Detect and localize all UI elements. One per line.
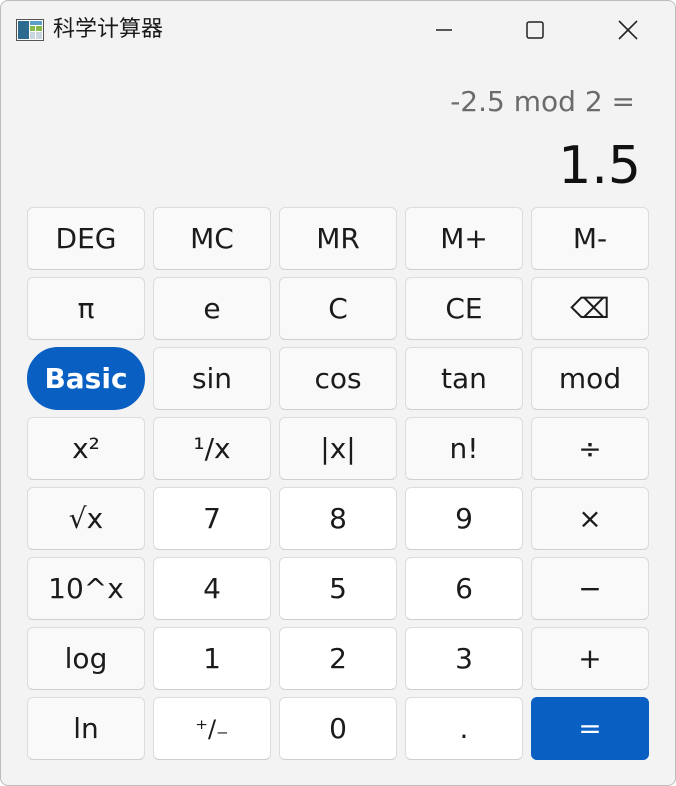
- cos-button[interactable]: cos: [279, 347, 397, 410]
- digit-5-button[interactable]: 5: [279, 557, 397, 620]
- digit-3-button[interactable]: 3: [405, 627, 523, 690]
- add-button[interactable]: +: [531, 627, 649, 690]
- digit-0-button[interactable]: 0: [279, 697, 397, 760]
- decimal-point-button[interactable]: .: [405, 697, 523, 760]
- natural-log-button[interactable]: ln: [27, 697, 145, 760]
- square-button[interactable]: x²: [27, 417, 145, 480]
- log-button[interactable]: log: [27, 627, 145, 690]
- divide-button[interactable]: ÷: [531, 417, 649, 480]
- minimize-icon: [436, 29, 452, 31]
- close-icon: [618, 20, 638, 40]
- maximize-icon: [526, 21, 544, 39]
- calculator-window: 科学计算器 -2.5 mod 2 = 1.5 DEG MC MR M+ M- π: [0, 0, 676, 786]
- sin-button[interactable]: sin: [153, 347, 271, 410]
- digit-2-button[interactable]: 2: [279, 627, 397, 690]
- absolute-value-button[interactable]: |x|: [279, 417, 397, 480]
- memory-add-button[interactable]: M+: [405, 207, 523, 270]
- square-root-button[interactable]: √x: [27, 487, 145, 550]
- clear-entry-button[interactable]: CE: [405, 277, 523, 340]
- power-of-ten-button[interactable]: 10^x: [27, 557, 145, 620]
- mod-button[interactable]: mod: [531, 347, 649, 410]
- keypad: DEG MC MR M+ M- π e C CE ⌫ Basic sin cos…: [27, 207, 649, 760]
- minimize-button[interactable]: [421, 11, 467, 49]
- digit-4-button[interactable]: 4: [153, 557, 271, 620]
- backspace-button[interactable]: ⌫: [531, 277, 649, 340]
- memory-subtract-button[interactable]: M-: [531, 207, 649, 270]
- digit-1-button[interactable]: 1: [153, 627, 271, 690]
- title-bar[interactable]: 科学计算器: [1, 1, 675, 59]
- negate-button[interactable]: ⁺/₋: [153, 697, 271, 760]
- equals-button[interactable]: =: [531, 697, 649, 760]
- memory-recall-button[interactable]: MR: [279, 207, 397, 270]
- multiply-button[interactable]: ×: [531, 487, 649, 550]
- pi-button[interactable]: π: [27, 277, 145, 340]
- digit-8-button[interactable]: 8: [279, 487, 397, 550]
- window-title: 科学计算器: [53, 17, 164, 42]
- close-button[interactable]: [605, 11, 651, 49]
- reciprocal-button[interactable]: ¹/x: [153, 417, 271, 480]
- angle-mode-button[interactable]: DEG: [27, 207, 145, 270]
- tan-button[interactable]: tan: [405, 347, 523, 410]
- clear-button[interactable]: C: [279, 277, 397, 340]
- digit-7-button[interactable]: 7: [153, 487, 271, 550]
- basic-mode-button[interactable]: Basic: [27, 347, 145, 410]
- result-display: 1.5: [558, 136, 641, 196]
- digit-6-button[interactable]: 6: [405, 557, 523, 620]
- maximize-button[interactable]: [512, 11, 558, 49]
- factorial-button[interactable]: n!: [405, 417, 523, 480]
- memory-clear-button[interactable]: MC: [153, 207, 271, 270]
- expression-display: -2.5 mod 2 =: [450, 85, 635, 118]
- digit-9-button[interactable]: 9: [405, 487, 523, 550]
- calculator-app-icon: [16, 19, 44, 41]
- subtract-button[interactable]: −: [531, 557, 649, 620]
- euler-e-button[interactable]: e: [153, 277, 271, 340]
